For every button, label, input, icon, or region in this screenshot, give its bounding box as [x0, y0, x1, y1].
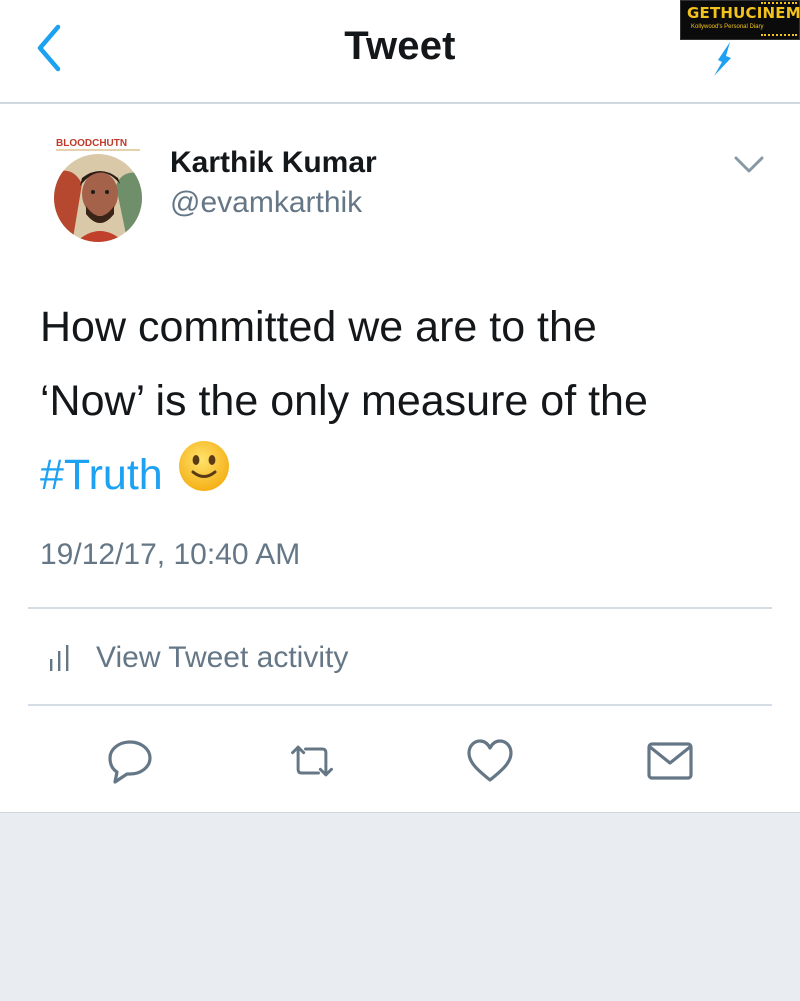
divider	[28, 607, 772, 609]
hashtag-link[interactable]: #Truth	[40, 451, 163, 499]
watermark-text: GETHUCINEMA	[687, 4, 800, 22]
watermark-logo: GETHUCINEMA Kollywood's Personal Diary	[680, 0, 800, 40]
author-name[interactable]: Karthik Kumar	[170, 146, 377, 180]
tweet-menu-button[interactable]	[732, 150, 766, 178]
like-button[interactable]	[465, 736, 515, 786]
avatar-image: BLOODCHUTN	[54, 138, 142, 242]
author-handle[interactable]: @evamkarthik	[170, 186, 362, 220]
chevron-down-icon	[734, 156, 764, 173]
reply-button[interactable]	[105, 736, 155, 786]
tweet-timestamp: 19/12/17, 10:40 AM	[40, 538, 301, 571]
compose-button[interactable]	[700, 36, 740, 80]
navigation-bar: Tweet GETHUCINEMA Kollywood's Personal D…	[0, 0, 800, 104]
tweet-text: How committed we are to the ‘Now’ is the…	[40, 290, 770, 516]
tweet-detail-sheet: Tweet GETHUCINEMA Kollywood's Personal D…	[0, 0, 800, 812]
mail-icon	[647, 742, 693, 780]
page-background	[0, 812, 800, 1001]
tweet-text-line: #Truth	[40, 438, 770, 516]
slightly-smiling-face-icon	[177, 439, 231, 516]
divider	[28, 704, 772, 706]
avatar[interactable]: BLOODCHUTN	[52, 134, 144, 242]
retweet-icon	[291, 745, 333, 777]
bar-chart-icon	[50, 645, 69, 671]
film-strip-bottom	[761, 34, 797, 38]
view-tweet-activity-button[interactable]: View Tweet activity	[46, 632, 348, 684]
avatar-caption: BLOODCHUTN	[56, 138, 127, 149]
share-button[interactable]	[645, 736, 695, 786]
compose-icon	[714, 42, 731, 76]
view-tweet-activity-label: View Tweet activity	[96, 641, 349, 674]
watermark-tagline: Kollywood's Personal Diary	[691, 24, 764, 30]
tweet-text-line: How committed we are to the	[40, 303, 597, 351]
heart-icon	[467, 739, 513, 782]
retweet-button[interactable]	[287, 736, 337, 786]
reply-icon	[108, 740, 152, 784]
tweet-text-line: ‘Now’ is the only measure of the	[40, 377, 648, 425]
